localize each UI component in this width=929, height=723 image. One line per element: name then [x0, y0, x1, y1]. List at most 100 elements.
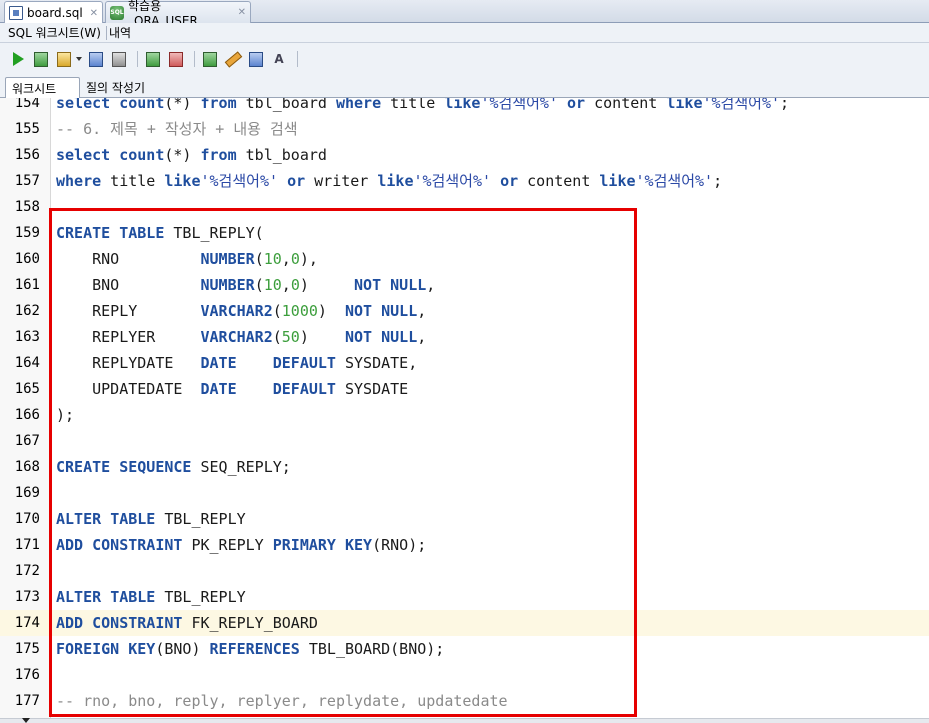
code-token: count [119, 98, 165, 112]
commit-icon [146, 51, 160, 67]
code-token: '%검색어%' [702, 98, 781, 112]
code-token: like [444, 98, 481, 112]
run-script-icon [34, 51, 48, 67]
code-token: writer [305, 172, 378, 190]
line-number: 154 [14, 98, 40, 111]
tab-query-builder[interactable]: 질의 작성기 [80, 77, 151, 98]
line-number: 161 [14, 277, 40, 293]
line-number: 175 [14, 641, 40, 657]
line-number: 177 [14, 693, 40, 709]
line-number: 169 [14, 485, 40, 501]
chevron-down-icon[interactable] [76, 57, 82, 61]
line-number: 159 [14, 225, 40, 241]
document-tab-bar: board.sql ✕ SQL 학습용_ORA_USER ✕ [0, 0, 929, 28]
horizontal-scrollbar[interactable] [0, 718, 929, 723]
autotrace-button[interactable] [86, 49, 106, 69]
clear-button[interactable] [223, 49, 243, 69]
code-token: tbl_board [236, 146, 327, 164]
code-text: select count(*) from tbl_board [56, 142, 327, 168]
history-menu[interactable]: 내역 [109, 24, 134, 41]
tab-label: board.sql [27, 6, 83, 20]
code-line[interactable]: 157 where title like'%검색어%' or writer lik… [0, 168, 929, 194]
code-token: like [599, 172, 636, 190]
code-token: content [518, 172, 600, 190]
explain-plan-button[interactable] [54, 49, 74, 69]
toolbar-divider [297, 51, 298, 67]
code-token: from [200, 98, 237, 112]
code-token: select [56, 146, 111, 164]
code-token: title [381, 98, 445, 112]
unshared-sql-button[interactable] [200, 49, 220, 69]
code-line[interactable]: 154 select count(*) from tbl_board where … [0, 98, 929, 116]
rollback-button[interactable] [166, 49, 186, 69]
close-icon[interactable]: ✕ [238, 7, 246, 18]
line-number: 156 [14, 147, 40, 163]
line-number: 168 [14, 459, 40, 475]
toolbar-divider [194, 51, 195, 67]
line-number: 170 [14, 511, 40, 527]
code-token: (*) [164, 146, 201, 164]
line-number: 162 [14, 303, 40, 319]
history-icon [249, 51, 263, 67]
run-statement-button[interactable] [8, 49, 28, 69]
code-token: '%검색어%' [413, 172, 492, 190]
tab-board-sql[interactable]: board.sql ✕ [4, 1, 103, 24]
autotrace-icon [89, 51, 103, 67]
scroll-down-icon[interactable] [22, 718, 30, 723]
code-token: or [500, 172, 519, 190]
close-icon[interactable]: ✕ [90, 8, 98, 19]
run-statement-icon [12, 52, 24, 66]
line-number: 164 [14, 355, 40, 371]
line-number: 155 [14, 121, 40, 137]
rollback-icon [169, 51, 183, 67]
line-number: 176 [14, 667, 40, 683]
run-script-button[interactable] [31, 49, 51, 69]
code-line[interactable]: 156 select count(*) from tbl_board [0, 142, 929, 168]
line-number: 174 [14, 615, 40, 631]
code-token: '%검색어%' [200, 172, 279, 190]
code-token: like [666, 98, 703, 112]
line-number: 163 [14, 329, 40, 345]
worksheet-menu-row: SQL 워크시트(W) 내역 [0, 23, 929, 43]
code-token: where [335, 98, 382, 112]
unshared-sql-icon [203, 51, 217, 67]
code-token: ; [780, 98, 790, 112]
sql-tuning-icon [112, 51, 126, 67]
sql-tuning-button[interactable] [109, 49, 129, 69]
code-token: tbl_board [236, 98, 336, 112]
code-token: '%검색어%' [480, 98, 558, 112]
highlight-annotation-box [49, 208, 637, 717]
code-token: like [377, 172, 414, 190]
code-text: select count(*) from tbl_board where tit… [56, 98, 789, 116]
line-number: 167 [14, 433, 40, 449]
history-button[interactable] [246, 49, 266, 69]
sql-file-icon [9, 6, 23, 20]
code-token: (*) [164, 98, 201, 112]
format-button[interactable]: A [269, 49, 289, 69]
sql-worksheet-menu[interactable]: SQL 워크시트(W) [0, 24, 104, 41]
menu-divider [105, 25, 107, 40]
code-token: -- 6. 제목 + 작성자 + 내용 검색 [56, 120, 298, 138]
code-token: or [567, 98, 586, 112]
code-token: select [56, 98, 111, 112]
tab-connection[interactable]: SQL 학습용_ORA_USER ✕ [105, 0, 251, 28]
code-line[interactable]: 155 -- 6. 제목 + 작성자 + 내용 검색 [0, 116, 929, 142]
worksheet-toolbar: A [0, 43, 929, 75]
code-token: like [164, 172, 201, 190]
line-number: 173 [14, 589, 40, 605]
clear-icon [224, 50, 242, 68]
commit-button[interactable] [143, 49, 163, 69]
code-token: '%검색어%' [635, 172, 714, 190]
tab-worksheet[interactable]: 워크시트 [5, 77, 80, 99]
toolbar-divider [137, 51, 138, 67]
explain-plan-icon [57, 51, 71, 67]
line-number: 165 [14, 381, 40, 397]
code-token: where [56, 172, 102, 190]
line-number: 172 [14, 563, 40, 579]
code-token: or [287, 172, 306, 190]
